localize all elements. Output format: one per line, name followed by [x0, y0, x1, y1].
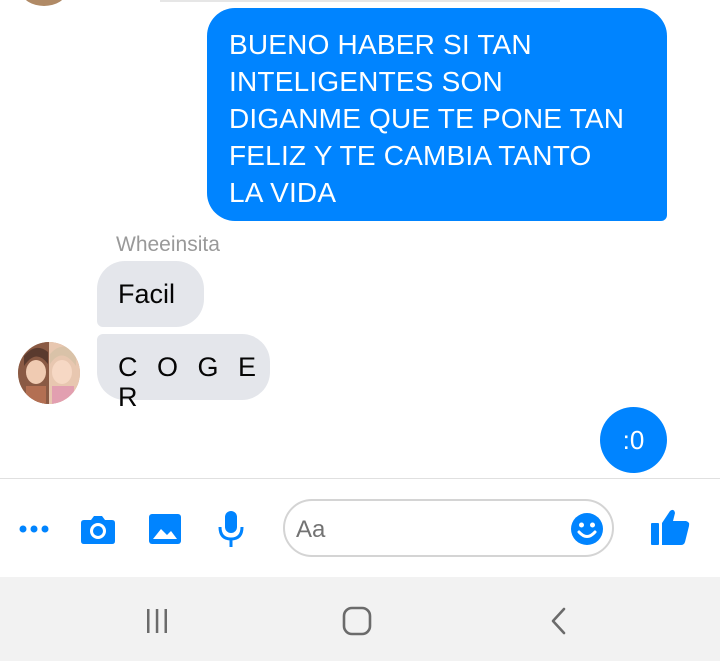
outgoing-message-bubble[interactable]: BUENO HABER SI TAN INTELIGENTES SON DIGA…	[207, 8, 667, 221]
system-navigation-bar	[0, 577, 720, 661]
message-text: :0	[622, 424, 645, 455]
message-line: FELIZ Y TE CAMBIA TANTO	[229, 140, 592, 171]
composer-toolbar: Aa	[0, 478, 720, 577]
recents-icon[interactable]	[137, 605, 177, 637]
back-icon[interactable]	[539, 605, 579, 637]
message-line: INTELIGENTES SON	[229, 66, 503, 97]
thumbs-up-icon[interactable]	[650, 507, 690, 547]
incoming-message-bubble[interactable]: Facil	[97, 261, 204, 327]
message-line: LA VIDA	[229, 177, 337, 208]
microphone-icon[interactable]	[211, 511, 251, 547]
more-icon[interactable]	[14, 511, 54, 547]
avatar	[22, 0, 66, 6]
message-line: BUENO HABER SI TAN	[229, 29, 532, 60]
home-icon[interactable]	[337, 605, 377, 637]
contact-avatar[interactable]	[18, 342, 80, 404]
outgoing-message-bubble[interactable]: :0	[600, 407, 667, 473]
emoji-icon[interactable]	[570, 512, 604, 546]
conversation-area: BUENO HABER SI TAN INTELIGENTES SON DIGA…	[0, 0, 720, 478]
camera-icon[interactable]	[78, 511, 118, 547]
sender-name: Wheeinsita	[116, 233, 220, 256]
message-input-placeholder: Aa	[296, 516, 326, 543]
divider	[160, 0, 560, 2]
incoming-message-bubble[interactable]: C O G E R	[97, 334, 270, 412]
message-line: DIGANME QUE TE PONE TAN	[229, 103, 625, 134]
message-text: C O G E R	[118, 352, 263, 412]
gallery-icon[interactable]	[145, 511, 185, 547]
message-text: Facil	[118, 279, 176, 309]
message-input[interactable]: Aa	[283, 499, 614, 557]
